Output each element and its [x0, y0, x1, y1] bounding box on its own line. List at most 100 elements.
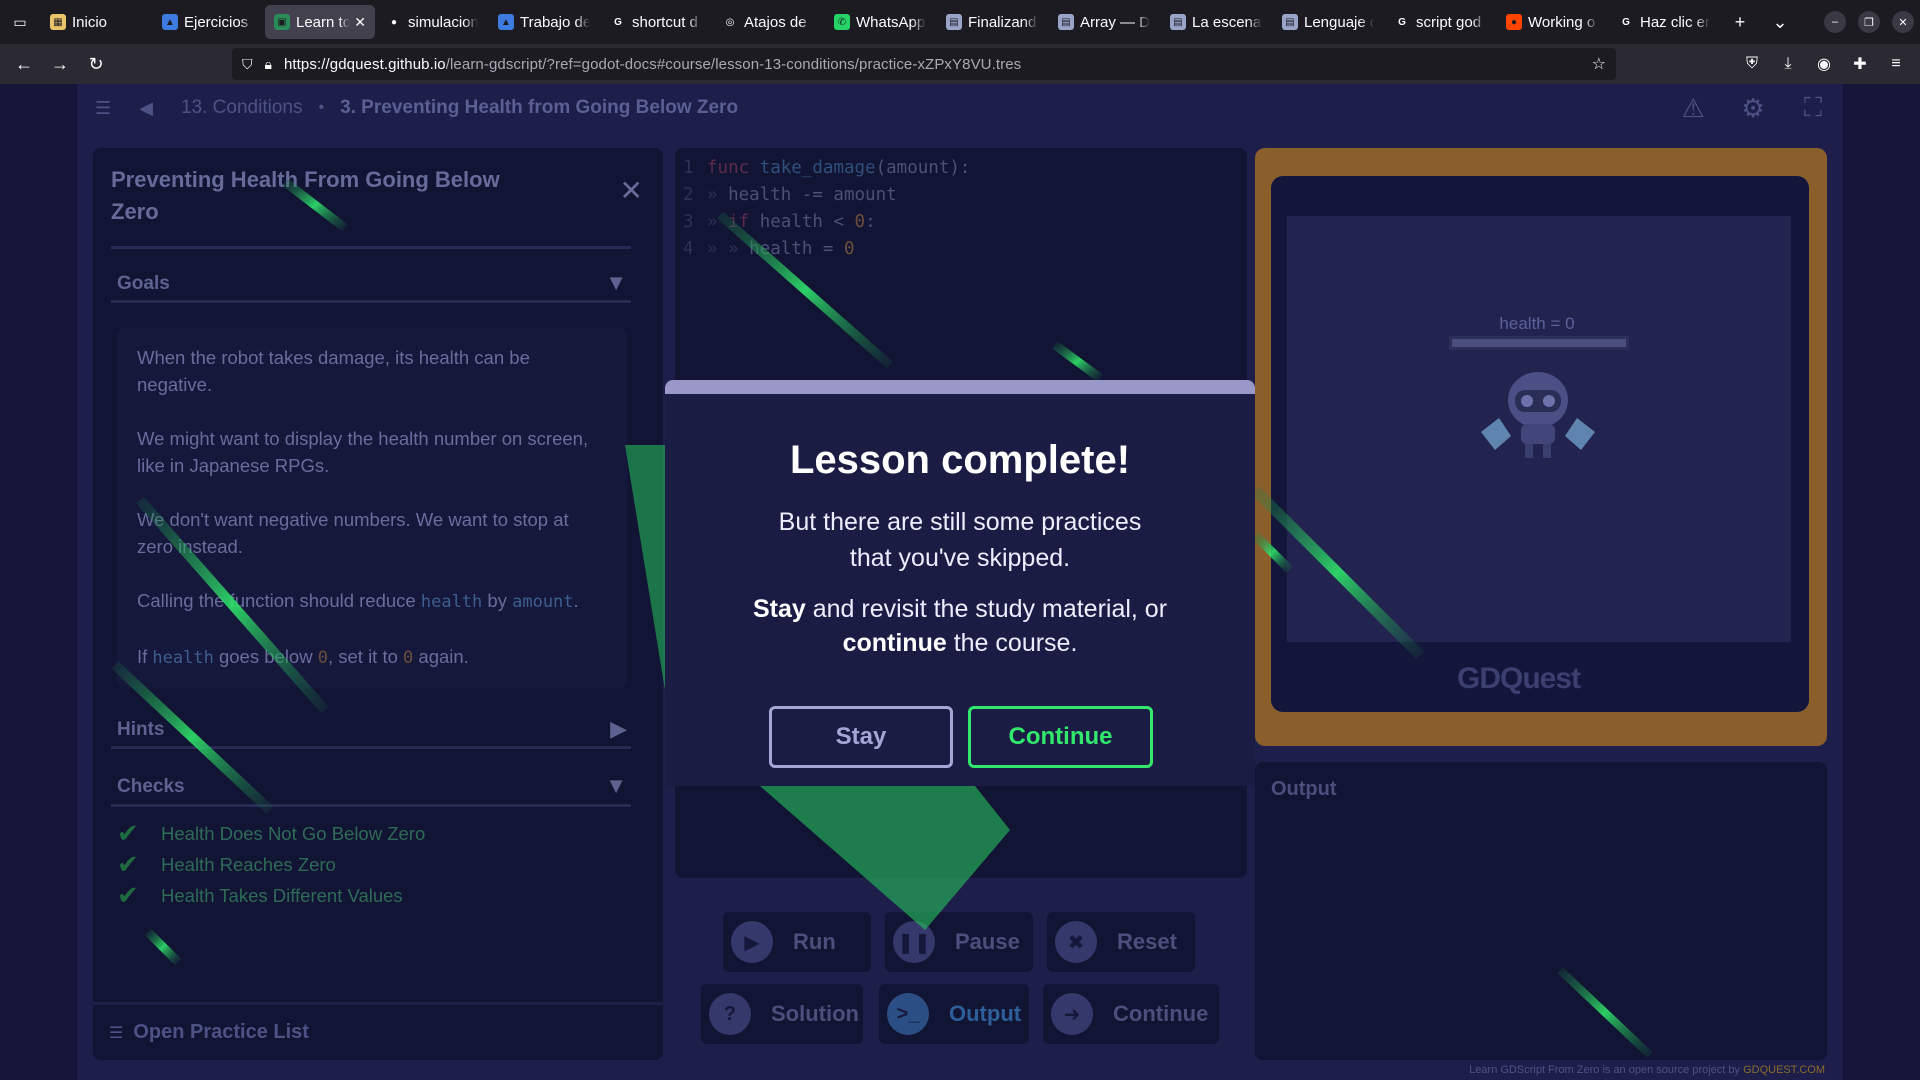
goal-paragraph: We might want to display the health numb…: [137, 428, 589, 476]
browser-tab[interactable]: ▦ Inicio: [41, 5, 151, 39]
shield-icon[interactable]: ⛉: [242, 56, 253, 73]
health-bar: [1449, 336, 1629, 350]
tab-label: simulacion: [408, 13, 478, 31]
download-icon[interactable]: ⤓: [1770, 48, 1806, 80]
extensions-icon[interactable]: ✚: [1842, 48, 1878, 80]
code-line: 2 » health -= amount: [683, 185, 897, 205]
tab-favicon-icon: ●: [1506, 14, 1522, 30]
browser-tab[interactable]: ✆ WhatsApp: [825, 5, 935, 39]
terminal-icon: >_: [887, 993, 929, 1035]
settings-gear-icon[interactable]: ⚙: [1723, 90, 1783, 126]
breadcrumb-lesson[interactable]: 13. Conditions: [181, 97, 302, 119]
browser-tab[interactable]: ▲ Trabajo de: [489, 5, 599, 39]
code-text: health =: [749, 239, 844, 259]
line-number: 3: [683, 212, 694, 232]
goals-heading[interactable]: Goals: [117, 273, 170, 295]
tab-favicon-icon: ▲: [162, 14, 178, 30]
tab-list-chevron-icon[interactable]: ⌄: [1760, 12, 1800, 33]
goal-text: , set it to: [327, 646, 404, 667]
practice-title: Preventing Health From Going Below Zero: [111, 167, 500, 224]
code-number: 0: [854, 212, 866, 232]
browser-tab[interactable]: ◎ Atajos de: [713, 5, 823, 39]
goals-toggle-down-icon[interactable]: ▼: [605, 270, 627, 296]
dialog-message: But there are still some practices that …: [778, 508, 1142, 572]
breadcrumb-separator: •: [318, 99, 325, 116]
checks-toggle-down-icon[interactable]: ▼: [605, 773, 627, 799]
tab-favicon-icon: ◎: [725, 16, 735, 28]
goal-paragraph: Calling the function should reduce healt…: [137, 587, 607, 616]
code-line: 4 » » health = 0: [683, 239, 855, 259]
inline-code: health: [420, 592, 483, 612]
forward-icon[interactable]: →: [42, 48, 78, 80]
code-text: :: [865, 212, 876, 232]
continue-control-button[interactable]: ➜ Continue: [1043, 984, 1219, 1044]
dialog-instructions: Stay and revisit the study material, or …: [735, 592, 1185, 660]
dialog-text: the course.: [946, 629, 1078, 657]
browser-tab[interactable]: Gscript god: [1385, 5, 1495, 39]
menu-list-icon[interactable]: ☰: [95, 98, 111, 119]
goals-content: When the robot takes damage, its health …: [117, 328, 627, 688]
goal-paragraph: We don't want negative numbers. We want …: [137, 509, 569, 557]
address-bar[interactable]: ⛉ 🔒︎ https://gdquest.github.io/learn-gds…: [232, 48, 1616, 80]
back-icon[interactable]: ←: [6, 48, 42, 80]
browser-tab[interactable]: ▲ Ejercicios: [153, 5, 263, 39]
open-practice-list-button[interactable]: ☰ Open Practice List: [93, 1002, 663, 1060]
tab-label: La escena: [1192, 13, 1262, 31]
account-icon[interactable]: ◉: [1806, 48, 1842, 80]
reload-icon[interactable]: ↻: [78, 48, 114, 80]
browser-tab[interactable]: Gshortcut d: [601, 5, 711, 39]
tab-overview-icon[interactable]: ▭: [0, 0, 40, 44]
game-screen: health = 0 GDQuest: [1271, 176, 1809, 712]
browser-tab[interactable]: ▤ Array — D: [1049, 5, 1159, 39]
pause-button[interactable]: ❚❚ Pause: [885, 912, 1033, 972]
pocket-icon[interactable]: ⛨: [1734, 48, 1770, 80]
run-button[interactable]: ▶ Run: [723, 912, 871, 972]
browser-tab[interactable]: ▤ La escena: [1161, 5, 1271, 39]
dialog-title: Lesson complete!: [789, 438, 1131, 482]
solution-button[interactable]: ? Solution: [701, 984, 863, 1044]
menu-icon[interactable]: ≡: [1878, 48, 1914, 80]
check-item: ✔ Health Takes Different Values: [117, 880, 403, 911]
browser-tab[interactable]: ● Working o: [1497, 5, 1607, 39]
code-line: 3 » if health < 0:: [683, 212, 876, 232]
code-line: 1 func take_damage(amount):: [683, 158, 970, 178]
window-close-icon[interactable]: ✕: [1892, 11, 1914, 33]
tab-label: Inicio: [72, 13, 108, 31]
dialog-text: and revisit the study material, or: [805, 595, 1168, 623]
tab-label: Array — D: [1080, 13, 1150, 31]
tab-favicon-icon: ▤: [1170, 14, 1186, 30]
fullscreen-icon[interactable]: ⛶: [1783, 90, 1843, 126]
browser-tab[interactable]: G Haz clic en: [1609, 5, 1719, 39]
back-arrow-icon[interactable]: ◀: [139, 98, 153, 119]
bookmark-star-icon[interactable]: ☆: [1592, 54, 1606, 74]
tab-favicon-icon: ▤: [1282, 14, 1298, 30]
hints-toggle-right-icon[interactable]: ▶: [610, 716, 627, 742]
browser-tab[interactable]: ▤ Finalizand: [937, 5, 1047, 39]
report-warning-icon[interactable]: ⚠: [1663, 90, 1723, 126]
restore-icon[interactable]: ❐: [1858, 11, 1880, 33]
check-item: ✔ Health Does Not Go Below Zero: [117, 818, 425, 849]
continue-button[interactable]: Continue: [968, 706, 1153, 768]
close-icon[interactable]: ✕: [620, 174, 643, 207]
hints-heading[interactable]: Hints: [117, 719, 165, 741]
gdquest-link[interactable]: GDQUEST.COM: [1743, 1064, 1825, 1076]
reset-button[interactable]: ✖ Reset: [1047, 912, 1195, 972]
tab-close-icon[interactable]: ✕: [354, 14, 366, 31]
lock-icon[interactable]: 🔒︎: [265, 56, 272, 73]
line-number: 1: [683, 158, 694, 178]
goal-paragraph: If health goes below 0, set it to 0 agai…: [137, 643, 607, 672]
url-text: https://gdquest.github.io/learn-gdscript…: [284, 56, 1021, 73]
minimize-icon[interactable]: –: [1824, 11, 1846, 33]
list-icon: ☰: [109, 1024, 124, 1042]
pause-icon: ❚❚: [893, 921, 935, 963]
play-icon: ▶: [731, 921, 773, 963]
stay-button[interactable]: Stay: [769, 706, 953, 768]
checks-heading[interactable]: Checks: [117, 776, 185, 798]
tab-label: Ejercicios: [184, 13, 249, 31]
check-item: ✔ Health Reaches Zero: [117, 849, 336, 880]
output-button[interactable]: >_ Output: [879, 984, 1029, 1044]
browser-tab[interactable]: ▤ Lenguaje d: [1273, 5, 1383, 39]
browser-tab[interactable]: ▣ Learn to ✕: [265, 5, 375, 39]
new-tab-icon[interactable]: +: [1720, 12, 1760, 33]
browser-tab[interactable]: ● simulacion: [377, 5, 487, 39]
